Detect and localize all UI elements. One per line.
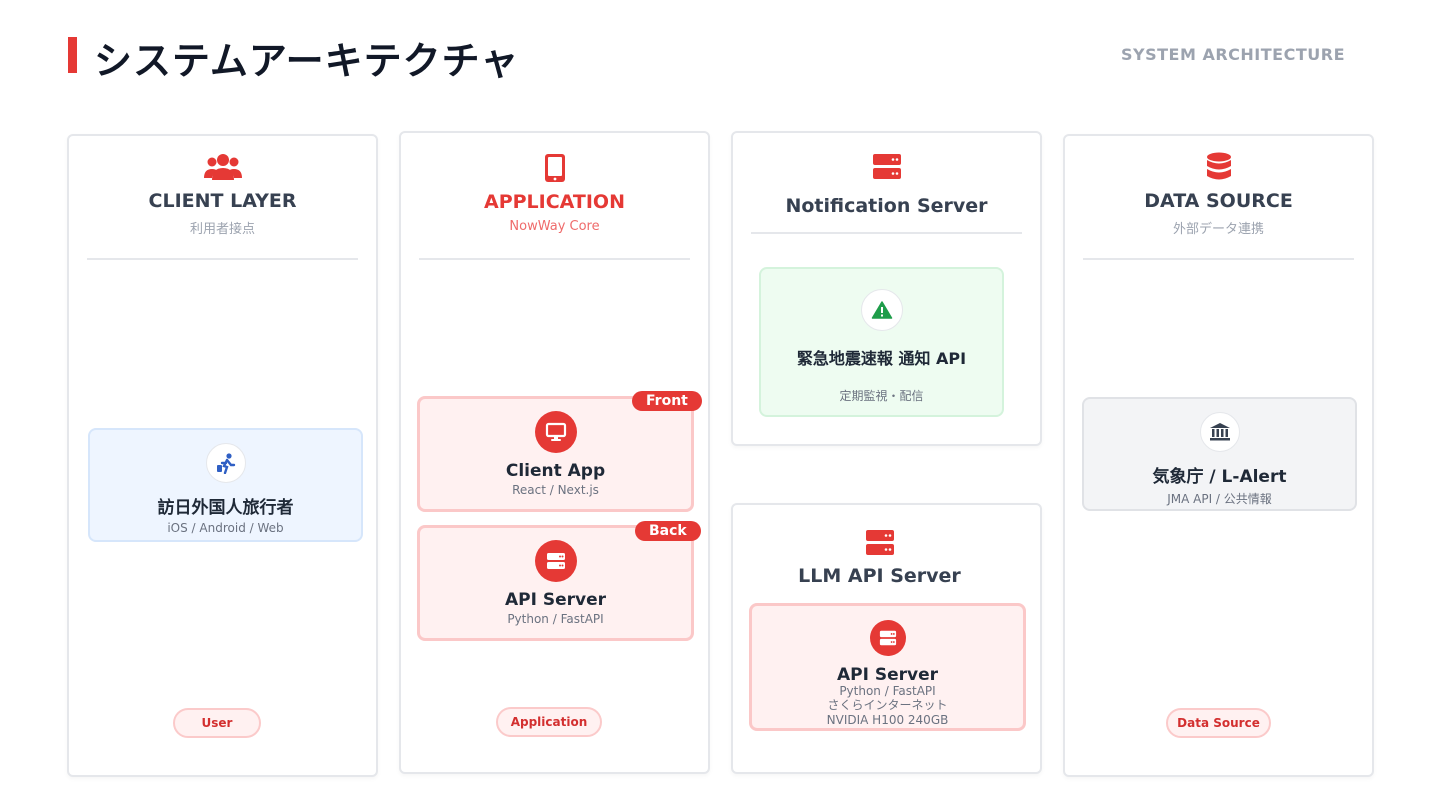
data-source-header: DATA SOURCE 外部データ連携 — [1065, 152, 1372, 237]
application-divider — [419, 258, 690, 260]
jma-card-title: 気象庁 / L-Alert — [1152, 467, 1287, 487]
llm-api-line1: Python / FastAPI — [839, 684, 936, 698]
data-source-pill: Data Source — [1166, 708, 1271, 738]
llm-api-line2: さくらインターネット — [827, 698, 948, 712]
eew-api-sub: 定期監視・配信 — [839, 389, 924, 403]
api-server-title: API Server — [504, 590, 606, 610]
traveler-card-sub: iOS / Android / Web — [167, 521, 284, 535]
llm-header: LLM API Server — [733, 529, 1040, 587]
front-tag: Front — [632, 391, 702, 411]
client-divider — [87, 258, 358, 260]
application-title: APPLICATION — [484, 191, 625, 213]
title-accent-bar — [68, 37, 77, 73]
server-icon — [534, 540, 577, 582]
eew-api-title: 緊急地震速報 通知 API — [796, 349, 967, 368]
page-title: システムアーキテクチャ — [94, 39, 520, 83]
notification-header: Notification Server — [733, 153, 1040, 217]
notification-title: Notification Server — [785, 195, 988, 217]
notification-divider — [751, 232, 1022, 234]
database-icon — [1206, 152, 1231, 180]
client-app-sub: React / Next.js — [512, 483, 599, 497]
warning-icon — [860, 289, 903, 331]
data-source-divider — [1083, 258, 1354, 260]
traveler-card-title: 訪日外国人旅行者 — [157, 498, 294, 518]
client-layer-header: CLIENT LAYER 利用者接点 — [69, 152, 376, 237]
user-pill: User — [173, 708, 261, 738]
llm-api-title: API Server — [836, 665, 938, 685]
server-icon — [869, 620, 906, 656]
jma-card-sub: JMA API / 公共情報 — [1167, 492, 1272, 506]
application-column: APPLICATION NowWay Core Client App React… — [399, 131, 710, 774]
client-layer-column: CLIENT LAYER 利用者接点 訪日外国人旅行者 iOS / Androi… — [67, 134, 378, 777]
application-subtitle: NowWay Core — [509, 219, 600, 234]
traveler-card: 訪日外国人旅行者 iOS / Android / Web — [88, 428, 363, 542]
llm-api-line3: NVIDIA H100 240GB — [826, 713, 949, 727]
application-header: APPLICATION NowWay Core — [401, 153, 708, 234]
server-icon — [866, 530, 894, 555]
traveler-icon — [205, 443, 246, 483]
client-layer-subtitle: 利用者接点 — [189, 222, 255, 237]
llm-api-card: API Server Python / FastAPI さくらインターネット N… — [749, 603, 1026, 731]
llm-api-server-column: LLM API Server API Server Python / FastA… — [731, 503, 1042, 774]
data-source-title: DATA SOURCE — [1144, 190, 1293, 212]
eew-api-card: 緊急地震速報 通知 API 定期監視・配信 — [759, 267, 1004, 417]
server-icon — [872, 154, 901, 179]
llm-title: LLM API Server — [798, 565, 961, 587]
client-layer-title: CLIENT LAYER — [148, 190, 297, 212]
monitor-icon — [534, 411, 577, 453]
data-source-subtitle: 外部データ連携 — [1172, 222, 1264, 237]
page-subtitle: SYSTEM ARCHITECTURE — [1121, 45, 1345, 64]
back-tag: Back — [635, 521, 701, 541]
client-app-card: Client App React / Next.js — [417, 396, 694, 512]
api-server-sub: Python / FastAPI — [507, 612, 604, 626]
jma-card: 気象庁 / L-Alert JMA API / 公共情報 — [1082, 397, 1357, 511]
application-pill: Application — [496, 707, 602, 737]
data-source-column: DATA SOURCE 外部データ連携 気象庁 / L-Alert JMA AP… — [1063, 134, 1374, 777]
client-app-title: Client App — [505, 461, 606, 481]
notification-server-column: Notification Server 緊急地震速報 通知 API 定期監視・配… — [731, 131, 1042, 446]
api-server-card: API Server Python / FastAPI — [417, 525, 694, 641]
users-icon — [203, 154, 242, 180]
mobile-icon — [544, 154, 565, 182]
landmark-icon — [1199, 412, 1240, 452]
